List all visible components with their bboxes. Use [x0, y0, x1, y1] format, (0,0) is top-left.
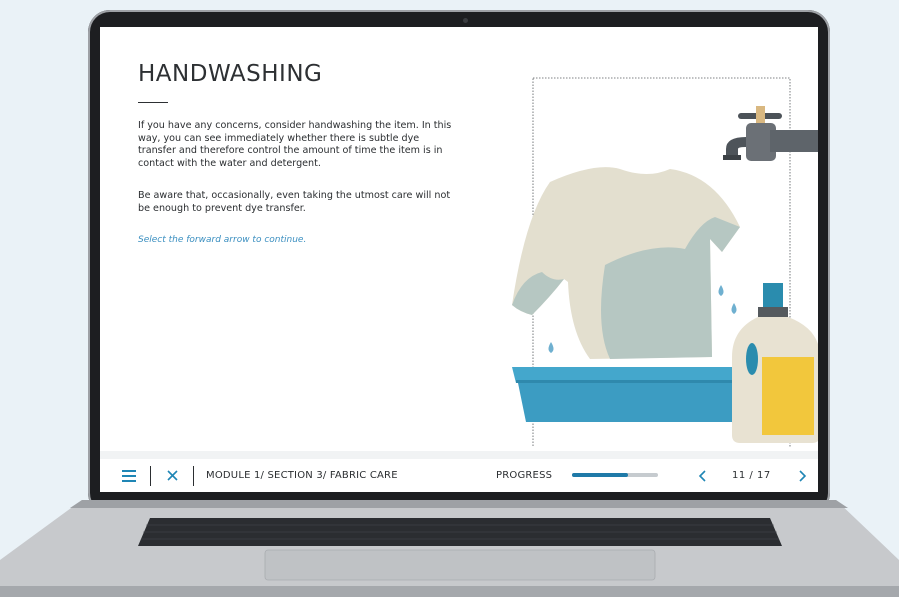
laptop-keyboard-base: [0, 500, 899, 597]
next-page-button[interactable]: [795, 466, 811, 486]
continue-hint: Select the forward arrow to continue.: [138, 235, 307, 245]
navbar-divider: [193, 465, 194, 486]
page-counter: 11 / 17: [732, 470, 771, 481]
handwashing-illustration: [512, 77, 818, 447]
progress-label: PROGRESS: [496, 470, 553, 481]
course-navbar: MODULE 1/ SECTION 3/ FABRIC CARE PROGRES…: [100, 459, 818, 492]
detergent-bottle-icon: [732, 283, 818, 443]
breadcrumb: MODULE 1/ SECTION 3/ FABRIC CARE: [206, 470, 398, 481]
footer-divider: [100, 451, 818, 459]
course-screen: HANDWASHING If you have any concerns, co…: [100, 27, 818, 492]
wash-basin-icon: [512, 367, 752, 422]
chevron-right-icon: [799, 469, 807, 482]
slide-paragraph-1: If you have any concerns, consider handw…: [138, 120, 452, 169]
close-button[interactable]: [163, 467, 181, 485]
laptop-camera: [463, 18, 468, 23]
navbar-divider: [150, 465, 151, 486]
tshirt-icon: [512, 167, 740, 359]
slide-title: HANDWASHING: [138, 61, 323, 87]
chevron-left-icon: [698, 469, 706, 482]
trackpad: [264, 549, 656, 581]
close-icon: [166, 470, 178, 481]
slide-paragraph-2: Be aware that, occasionally, even taking…: [138, 190, 451, 214]
faucet-icon: [723, 106, 818, 161]
menu-button[interactable]: [120, 467, 138, 485]
previous-page-button[interactable]: [694, 466, 710, 486]
progress-bar-fill: [572, 473, 628, 477]
title-underline: [138, 102, 168, 103]
hamburger-icon: [122, 469, 136, 482]
progress-bar: [572, 473, 658, 477]
